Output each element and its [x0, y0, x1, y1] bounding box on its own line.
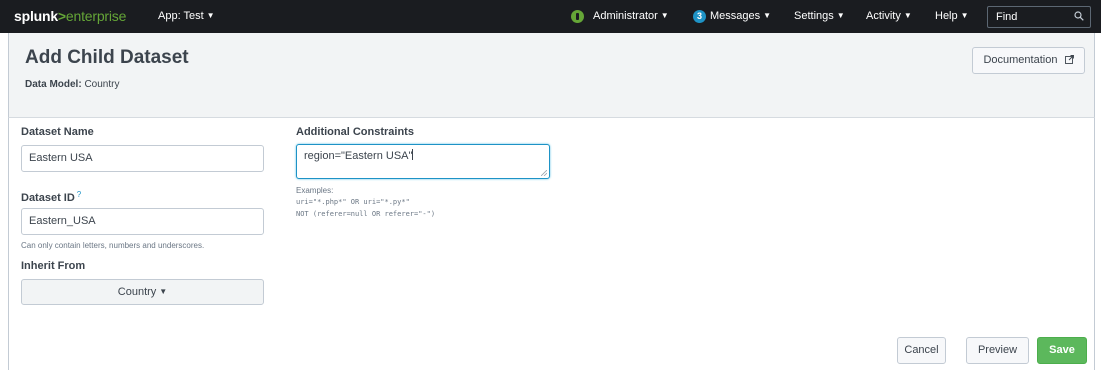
settings-menu[interactable]: Settings ▼	[794, 10, 845, 22]
search-icon[interactable]	[1074, 11, 1084, 21]
settings-menu-label: Settings	[794, 10, 834, 22]
app-menu-label: App: Test	[158, 10, 204, 22]
constraints-value: region="Eastern USA"	[304, 150, 413, 162]
documentation-button[interactable]: Documentation	[972, 47, 1085, 74]
splunk-logo[interactable]: splunk>enterprise	[14, 8, 126, 24]
resize-grip-icon[interactable]	[541, 170, 547, 176]
examples-label: Examples:	[296, 186, 334, 195]
brand-splunk: splunk	[14, 8, 58, 24]
cancel-button[interactable]: Cancel	[897, 337, 946, 364]
example-line: NOT (referer=null OR referer="-")	[296, 210, 436, 218]
additional-constraints-textarea[interactable]: region="Eastern USA"	[296, 144, 550, 179]
chevron-down-icon: ▼	[960, 11, 969, 20]
data-model-value: Country	[84, 79, 120, 90]
inherit-from-value: Country	[117, 286, 157, 298]
activity-menu[interactable]: Activity ▼	[866, 10, 912, 22]
save-button[interactable]: Save	[1037, 337, 1087, 364]
find-input[interactable]: Find	[987, 6, 1091, 28]
documentation-button-label: Documentation	[983, 54, 1058, 66]
page-header: Add Child Dataset Data Model: Country Do…	[8, 33, 1095, 118]
text-cursor	[412, 149, 414, 160]
dataset-id-label: Dataset ID	[21, 192, 75, 204]
page-title: Add Child Dataset	[25, 47, 189, 68]
inherit-from-dropdown[interactable]: Country ▼	[21, 279, 264, 305]
chevron-down-icon: ▼	[159, 287, 168, 296]
external-link-icon	[1064, 55, 1074, 64]
activity-menu-label: Activity	[866, 10, 901, 22]
app-menu[interactable]: App: Test ▼	[158, 10, 215, 22]
dataset-name-label: Dataset Name	[21, 126, 94, 138]
brand-enterprise: enterprise	[65, 8, 127, 24]
dataset-form: Dataset Name Eastern USA Dataset ID? Eas…	[8, 118, 1095, 370]
status-alert-icon[interactable]	[571, 10, 584, 23]
brand-gt: >	[57, 8, 66, 24]
chevron-down-icon: ▼	[836, 11, 845, 20]
chevron-down-icon: ▼	[660, 11, 669, 20]
chevron-down-icon: ▼	[903, 11, 912, 20]
dataset-name-input[interactable]: Eastern USA	[21, 145, 264, 172]
chevron-down-icon: ▼	[206, 11, 215, 20]
preview-button[interactable]: Preview	[966, 337, 1029, 364]
help-icon[interactable]: ?	[77, 190, 81, 199]
dataset-id-input[interactable]: Eastern_USA	[21, 208, 264, 235]
data-model-line: Data Model: Country	[25, 79, 119, 90]
dataset-id-help-text: Can only contain letters, numbers and un…	[21, 241, 205, 250]
example-line: uri="*.php*" OR uri="*.py*"	[296, 198, 410, 206]
help-menu[interactable]: Help ▼	[935, 10, 969, 22]
user-menu[interactable]: Administrator ▼	[593, 10, 669, 22]
inherit-from-label: Inherit From	[21, 260, 86, 272]
find-input-label: Find	[996, 11, 1018, 23]
messages-count-badge[interactable]: 3	[693, 10, 706, 23]
dataset-id-label-wrap: Dataset ID?	[21, 190, 81, 204]
top-nav-bar: splunk>enterprise App: Test ▼ Administrat…	[0, 0, 1101, 33]
data-model-label: Data Model:	[25, 79, 82, 90]
additional-constraints-label: Additional Constraints	[296, 126, 414, 138]
messages-menu[interactable]: Messages ▼	[710, 10, 771, 22]
chevron-down-icon: ▼	[763, 11, 772, 20]
messages-menu-label: Messages	[710, 10, 761, 22]
user-menu-label: Administrator	[593, 10, 658, 22]
help-menu-label: Help	[935, 10, 958, 22]
